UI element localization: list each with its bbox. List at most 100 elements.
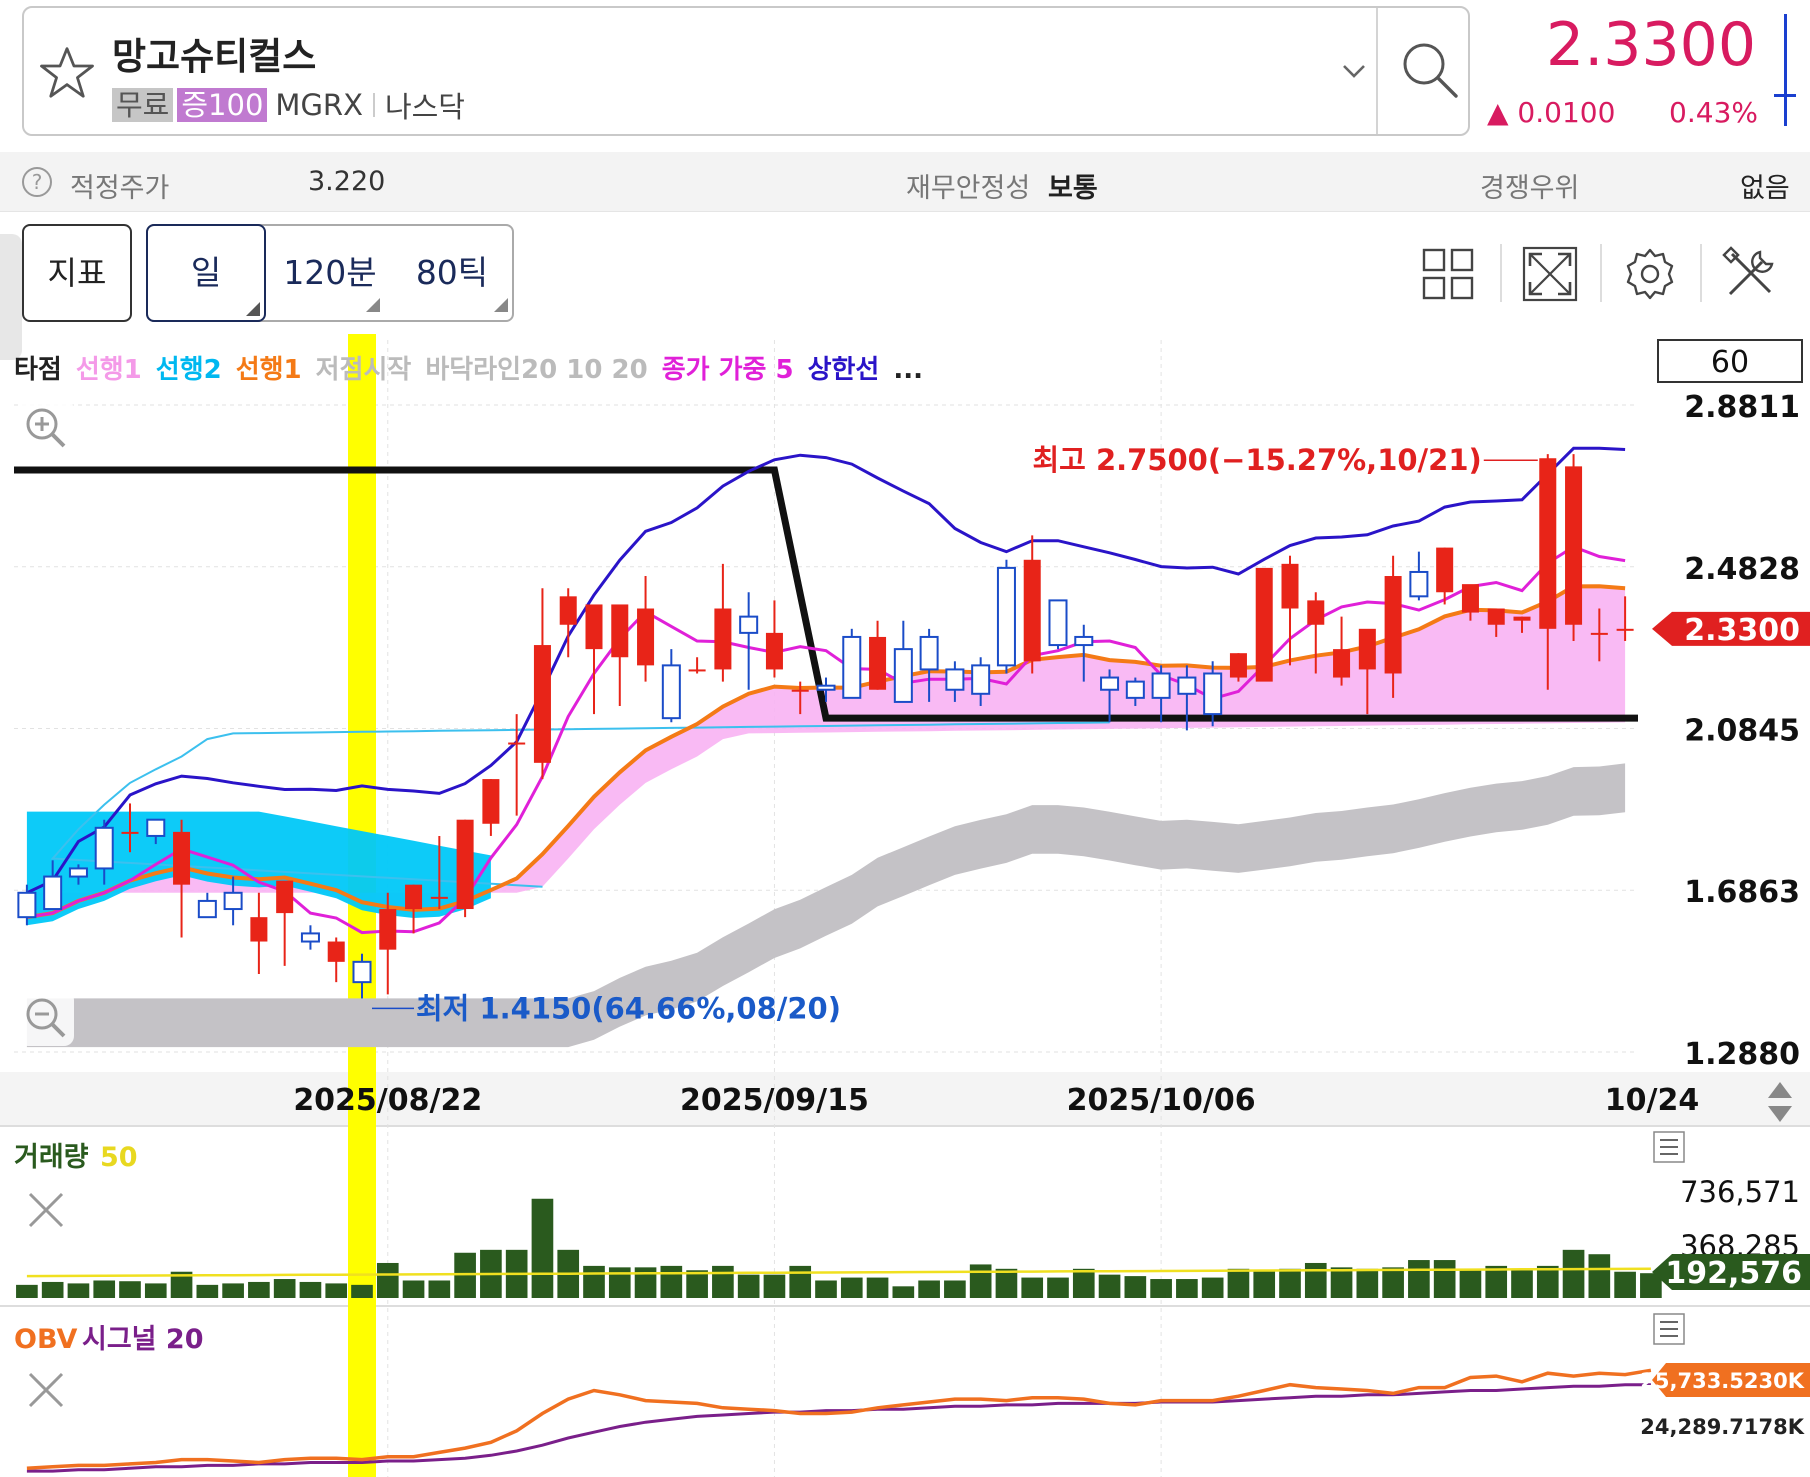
layout-grid-icon[interactable] bbox=[1418, 244, 1478, 304]
close-icon[interactable] bbox=[14, 1360, 76, 1422]
candle-body bbox=[1281, 563, 1299, 609]
stability-value: 보통 bbox=[1048, 173, 1098, 204]
stability-label: 재무안정성 bbox=[906, 173, 1031, 204]
volume-bar bbox=[660, 1265, 683, 1298]
obv-title-suffix: 시그널 20 bbox=[82, 1324, 204, 1355]
volume-bar bbox=[196, 1284, 219, 1298]
volume-bar bbox=[1227, 1268, 1250, 1298]
candle-body bbox=[611, 604, 629, 658]
zoom-out-icon[interactable] bbox=[18, 990, 74, 1046]
candle-body bbox=[482, 779, 500, 824]
stock-chart[interactable]: 타점 선행1 선행2 선행1 저점시작 바닥라인20 10 20 종가 가중 5 상한선...… bbox=[0, 334, 1810, 1477]
volume-bar bbox=[918, 1280, 940, 1298]
obv-line bbox=[26, 1368, 1652, 1470]
volume-bar bbox=[1459, 1268, 1482, 1298]
menu-icon[interactable] bbox=[1653, 1313, 1685, 1345]
candle-body bbox=[1229, 653, 1247, 678]
volume-bar bbox=[1253, 1270, 1276, 1298]
candle-body bbox=[43, 875, 63, 911]
stock-search-box[interactable]: 망고슈티컬스 무료 증100 MGRX 나스닥 bbox=[22, 6, 1470, 136]
margin-badge: 증100 bbox=[177, 88, 268, 122]
volume-bar bbox=[1150, 1279, 1172, 1298]
volume-bar bbox=[1382, 1267, 1404, 1298]
candle-body bbox=[1151, 672, 1171, 699]
volume-bar bbox=[1176, 1279, 1198, 1298]
candle-body bbox=[1074, 635, 1094, 647]
candle-body bbox=[352, 960, 372, 984]
candle-body bbox=[919, 635, 939, 671]
volume-bar bbox=[866, 1277, 889, 1298]
candle-body bbox=[996, 566, 1016, 667]
candle-body bbox=[1358, 628, 1376, 670]
gear-icon[interactable] bbox=[1620, 244, 1680, 304]
valuation-info-row: ? 적정주가 3.220 재무안정성 보통 경쟁우위 없음 bbox=[0, 152, 1810, 212]
period-box-label: 60 bbox=[1711, 345, 1749, 380]
candle-body bbox=[971, 664, 991, 695]
volume-bar bbox=[634, 1267, 657, 1298]
indicator-button[interactable]: 지표 bbox=[22, 224, 132, 322]
exchange-name: 나스닥 bbox=[384, 90, 465, 124]
legend-item: 선행1 bbox=[236, 355, 302, 385]
candle-body bbox=[1461, 584, 1479, 613]
candle-body bbox=[945, 668, 965, 691]
menu-icon[interactable] bbox=[1653, 1131, 1685, 1163]
volume-bar bbox=[1511, 1268, 1533, 1298]
volume-bar bbox=[222, 1283, 244, 1298]
volume-bar bbox=[144, 1283, 167, 1298]
candle-body bbox=[1125, 680, 1145, 699]
obv-signal-line bbox=[26, 1383, 1651, 1473]
legend-item: 종가 가중 5 bbox=[662, 355, 794, 385]
volume-y-tick: 736,571 bbox=[1680, 1175, 1800, 1209]
zoom-in-icon[interactable] bbox=[18, 400, 74, 456]
y-tick-label: 1.6863 bbox=[1684, 875, 1800, 910]
search-divider bbox=[1376, 8, 1378, 134]
candle-body bbox=[17, 891, 37, 919]
candle-body bbox=[791, 689, 809, 692]
candle-body bbox=[533, 645, 551, 763]
y-tick-label: 2.8811 bbox=[1684, 390, 1800, 425]
candle-body bbox=[379, 909, 397, 950]
candle-body bbox=[146, 818, 166, 837]
volume-bar bbox=[737, 1274, 760, 1298]
dropdown-corner-icon bbox=[366, 298, 380, 312]
star-icon[interactable] bbox=[38, 44, 96, 102]
x-tick-label: 10/24 bbox=[1605, 1083, 1699, 1118]
volume-bar bbox=[1124, 1276, 1147, 1298]
tools-icon[interactable] bbox=[1720, 244, 1780, 304]
fullscreen-icon[interactable] bbox=[1520, 244, 1580, 304]
period-80tick-button[interactable]: 80틱 bbox=[392, 226, 512, 320]
candle-body bbox=[508, 742, 526, 745]
period-120min-button[interactable]: 120분 bbox=[270, 226, 390, 320]
volume-bar bbox=[1536, 1265, 1559, 1298]
competitive-label: 경쟁우위 bbox=[1480, 173, 1580, 204]
candle-body bbox=[300, 932, 320, 943]
y-tick-label: 2.4828 bbox=[1684, 552, 1800, 587]
volume-bar bbox=[93, 1280, 116, 1298]
volume-bar bbox=[531, 1198, 554, 1298]
candle-body bbox=[637, 608, 655, 666]
period-day-button[interactable]: 일 bbox=[146, 224, 266, 322]
y-tick-label: 2.0845 bbox=[1684, 714, 1800, 749]
volume-bar bbox=[1304, 1262, 1327, 1298]
current-price: 2.3300 bbox=[1546, 10, 1756, 80]
volume-bar bbox=[686, 1270, 708, 1298]
close-icon[interactable] bbox=[14, 1180, 76, 1242]
volume-bar bbox=[789, 1265, 812, 1298]
volume-bar bbox=[325, 1283, 348, 1298]
volume-bar bbox=[969, 1264, 992, 1298]
obv-current-label: 25,733.5230K bbox=[1640, 1369, 1804, 1393]
legend-item: 저점시작 bbox=[316, 355, 412, 385]
mini-candle-tick bbox=[1774, 94, 1796, 97]
volume-bar bbox=[273, 1279, 296, 1298]
x-tick-label: 2025/09/15 bbox=[680, 1083, 869, 1118]
help-icon[interactable]: ? bbox=[22, 167, 52, 197]
volume-title: 거래량 bbox=[14, 1142, 89, 1173]
candle-body bbox=[121, 831, 139, 834]
volume-bar bbox=[1330, 1267, 1353, 1298]
chevron-down-icon[interactable] bbox=[1336, 52, 1372, 88]
legend-item: 상한선 bbox=[808, 355, 880, 385]
volume-bar bbox=[428, 1280, 451, 1298]
volume-bar bbox=[67, 1283, 90, 1298]
ticker-symbol: MGRX bbox=[275, 88, 363, 122]
search-icon[interactable] bbox=[1398, 38, 1462, 102]
